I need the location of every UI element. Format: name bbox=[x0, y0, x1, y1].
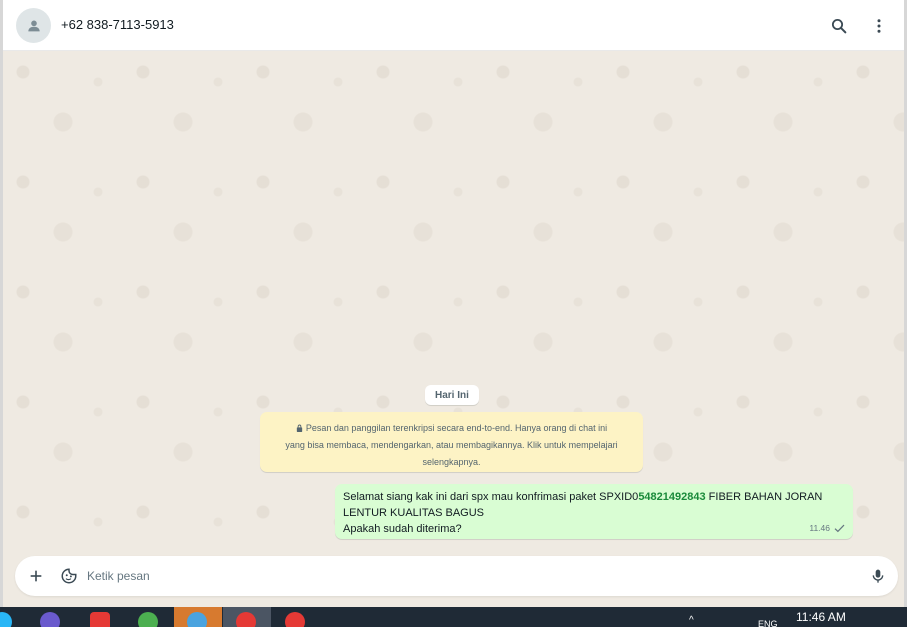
chat-header[interactable]: +62 838-7113-5913 bbox=[3, 0, 904, 51]
contact-avatar[interactable] bbox=[16, 8, 51, 43]
composer-box bbox=[15, 556, 898, 596]
tray-chevron-icon[interactable]: ^ bbox=[689, 615, 694, 626]
clock-time[interactable]: 11:46 AM bbox=[796, 610, 846, 624]
windows-taskbar: ^ ENG 11:46 AM bbox=[0, 607, 907, 627]
taskbar-chrome-icon-3[interactable] bbox=[285, 612, 305, 627]
search-icon bbox=[831, 18, 847, 34]
sticker-icon bbox=[61, 568, 77, 584]
outgoing-message[interactable]: Selamat siang kak ini dari spx mau konfr… bbox=[335, 484, 853, 539]
notice-line-3: selengkapnya. bbox=[422, 457, 481, 467]
sticker-button[interactable] bbox=[57, 564, 81, 588]
notice-line-1: Pesan dan panggilan terenkripsi secara e… bbox=[305, 423, 608, 433]
taskbar-app-1[interactable] bbox=[0, 612, 12, 627]
notice-line-2: yang bisa membaca, mendengarkan, atau me… bbox=[285, 440, 618, 450]
message-line-3: Apakah sudah diterima? bbox=[343, 523, 462, 535]
message-text: Selamat siang kak ini dari spx mau konfr… bbox=[343, 491, 639, 503]
taskbar-app-5[interactable] bbox=[187, 612, 207, 627]
composer-bar bbox=[3, 552, 904, 607]
attach-button[interactable] bbox=[24, 564, 48, 588]
taskbar-app-3[interactable] bbox=[90, 612, 110, 627]
taskbar-chrome-icon[interactable] bbox=[138, 612, 158, 627]
search-button[interactable] bbox=[827, 14, 851, 38]
microphone-icon bbox=[872, 569, 884, 583]
single-check-icon bbox=[834, 524, 845, 532]
message-time: 11.46 bbox=[809, 523, 830, 533]
taskbar-copilot-icon[interactable] bbox=[40, 612, 60, 627]
taskbar-chrome-icon-2[interactable] bbox=[236, 612, 256, 627]
conversation-panel[interactable]: Hari Ini Pesan dan panggilan terenkripsi… bbox=[3, 52, 904, 552]
language-indicator[interactable]: ENG bbox=[758, 619, 778, 627]
message-input[interactable] bbox=[87, 564, 847, 588]
menu-button[interactable] bbox=[867, 14, 891, 38]
message-meta: 11.46 bbox=[809, 520, 845, 536]
contact-name[interactable]: +62 838-7113-5913 bbox=[61, 17, 174, 32]
tracking-code: 54821492843 bbox=[638, 491, 706, 503]
encryption-notice[interactable]: Pesan dan panggilan terenkripsi secara e… bbox=[260, 412, 643, 472]
voice-button[interactable] bbox=[866, 564, 890, 588]
person-icon bbox=[27, 20, 40, 31]
more-vertical-icon bbox=[877, 19, 881, 33]
message-text-after: FIBER BAHAN JORAN bbox=[705, 491, 823, 503]
date-separator: Hari Ini bbox=[425, 385, 479, 405]
message-line-2: LENTUR KUALITAS BAGUS bbox=[343, 507, 484, 519]
message-line-1: Selamat siang kak ini dari spx mau konfr… bbox=[343, 489, 845, 505]
whatsapp-window: +62 838-7113-5913 Hari Ini Pesan dan pan… bbox=[0, 0, 907, 607]
plus-icon bbox=[30, 570, 42, 582]
lock-icon bbox=[296, 424, 303, 432]
